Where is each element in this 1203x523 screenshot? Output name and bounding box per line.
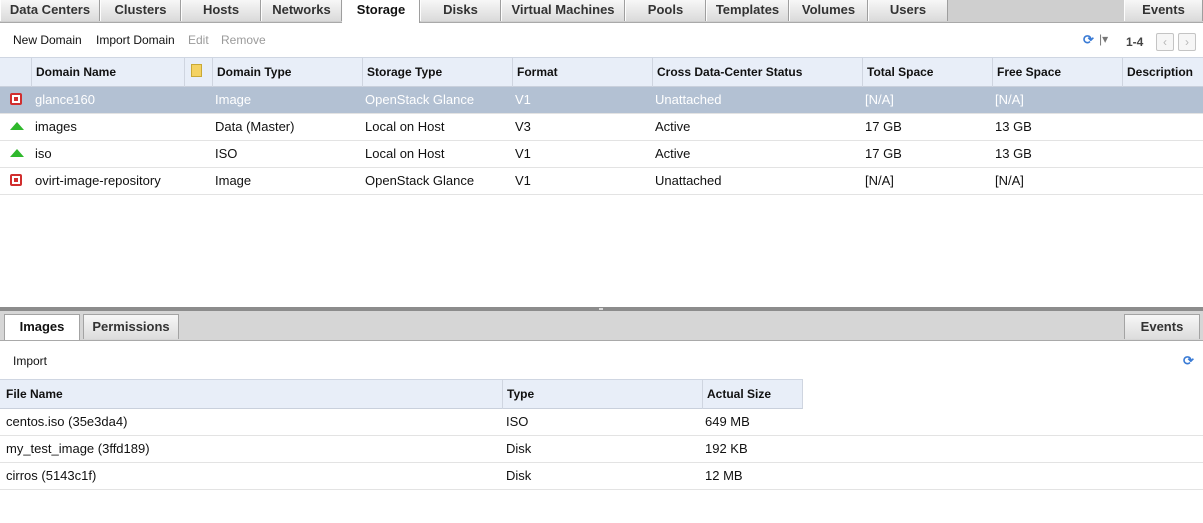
total-space: [N/A] [865,92,894,107]
pager-count: 1-4 [1126,35,1144,49]
col-comment[interactable] [184,58,212,87]
tab-templates[interactable]: Templates [706,0,789,21]
col-description[interactable]: Description [1122,58,1203,87]
status-down-icon [10,174,22,186]
domain-name: ovirt-image-repository [35,173,161,188]
free-space: 13 GB [995,119,1032,134]
refresh-icon[interactable]: ⟳ [1083,32,1094,48]
tab-images[interactable]: Images [4,314,80,340]
file-name: my_test_image (3ffd189) [6,441,150,456]
free-space: [N/A] [995,92,1024,107]
table-row[interactable]: iso ISO Local on Host V1 Active 17 GB 13… [0,141,1203,168]
tab-users[interactable]: Users [868,0,948,21]
storage-toolbar: New Domain Import Domain Edit Remove ⟳ |… [0,23,1203,57]
tab-virtual-machines[interactable]: Virtual Machines [501,0,625,21]
domain-type: ISO [215,146,238,161]
actual-size: 12 MB [705,468,743,483]
dc-status: Unattached [655,92,722,107]
domain-type: Image [215,173,252,188]
dc-status: Active [655,146,691,161]
images-toolbar: Import ⟳ [0,341,1203,379]
tab-events[interactable]: Events [1124,0,1203,21]
comment-icon [191,64,202,77]
total-space: 17 GB [865,146,902,161]
remove-button[interactable]: Remove [221,33,266,47]
image-type: Disk [506,468,532,483]
storage-type: OpenStack Glance [365,92,475,107]
refresh-dropdown-icon[interactable]: |▾ [1099,32,1108,46]
free-space: 13 GB [995,146,1032,161]
status-up-icon [10,122,24,130]
col-type[interactable]: Type [502,380,702,409]
status-up-icon [10,149,24,157]
format: V1 [515,173,531,188]
file-name: centos.iso (35e3da4) [6,414,128,429]
format: V1 [515,92,531,107]
col-free-space[interactable]: Free Space [992,58,1122,87]
domain-name: iso [35,146,52,161]
format: V3 [515,119,531,134]
tab-pools[interactable]: Pools [625,0,706,21]
domain-type: Data (Master) [215,119,295,134]
dc-status: Unattached [655,173,722,188]
col-file-name[interactable]: File Name [0,380,502,409]
import-domain-button[interactable]: Import Domain [96,33,175,47]
tab-storage[interactable]: Storage [342,0,420,23]
table-row[interactable]: my_test_image (3ffd189) Disk 192 KB [0,436,1203,463]
table-row[interactable]: glance160 Image OpenStack Glance V1 Unat… [0,87,1203,114]
domains-table-header: Domain Name Domain Type Storage Type For… [0,57,1203,87]
tab-networks[interactable]: Networks [261,0,342,21]
tab-data-centers[interactable]: Data Centers [0,0,100,21]
total-space: 17 GB [865,119,902,134]
splitter-grip-icon [599,308,603,310]
domain-name: images [35,119,77,134]
tab-disks[interactable]: Disks [420,0,501,21]
format: V1 [515,146,531,161]
col-actual-size[interactable]: Actual Size [702,380,803,409]
image-type: ISO [506,414,529,429]
status-down-icon [10,93,22,105]
actual-size: 192 KB [705,441,748,456]
storage-type: Local on Host [365,146,445,161]
total-space: [N/A] [865,173,894,188]
import-button[interactable]: Import [13,354,47,368]
main-tab-bar: Data Centers Clusters Hosts Networks Sto… [0,0,1203,23]
storage-type: OpenStack Glance [365,173,475,188]
table-row[interactable]: images Data (Master) Local on Host V3 Ac… [0,114,1203,141]
col-domain-type[interactable]: Domain Type [212,58,362,87]
table-row[interactable]: ovirt-image-repository Image OpenStack G… [0,168,1203,195]
table-row[interactable]: cirros (5143c1f) Disk 12 MB [0,463,1203,490]
prev-page-button[interactable]: ‹ [1156,33,1174,51]
edit-button[interactable]: Edit [188,33,209,47]
new-domain-button[interactable]: New Domain [13,33,82,47]
free-space: [N/A] [995,173,1024,188]
tab-hosts[interactable]: Hosts [181,0,261,21]
tab-clusters[interactable]: Clusters [100,0,181,21]
tab-volumes[interactable]: Volumes [789,0,868,21]
storage-type: Local on Host [365,119,445,134]
table-row[interactable]: centos.iso (35e3da4) ISO 649 MB [0,409,1203,436]
tab-permissions[interactable]: Permissions [83,314,179,339]
col-storage-type[interactable]: Storage Type [362,58,512,87]
image-type: Disk [506,441,532,456]
domain-type: Image [215,92,252,107]
tab-detail-events[interactable]: Events [1124,314,1200,339]
images-table-header: File Name Type Actual Size [0,379,803,409]
actual-size: 649 MB [705,414,750,429]
col-domain-name[interactable]: Domain Name [31,58,184,87]
refresh-icon[interactable]: ⟳ [1183,353,1194,369]
col-total-space[interactable]: Total Space [862,58,992,87]
dc-status: Active [655,119,691,134]
detail-tab-bar: Images Permissions Events [0,311,1203,341]
col-cross-dc-status[interactable]: Cross Data-Center Status [652,58,862,87]
file-name: cirros (5143c1f) [6,468,97,483]
next-page-button[interactable]: › [1178,33,1196,51]
col-format[interactable]: Format [512,58,652,87]
domain-name: glance160 [35,92,95,107]
